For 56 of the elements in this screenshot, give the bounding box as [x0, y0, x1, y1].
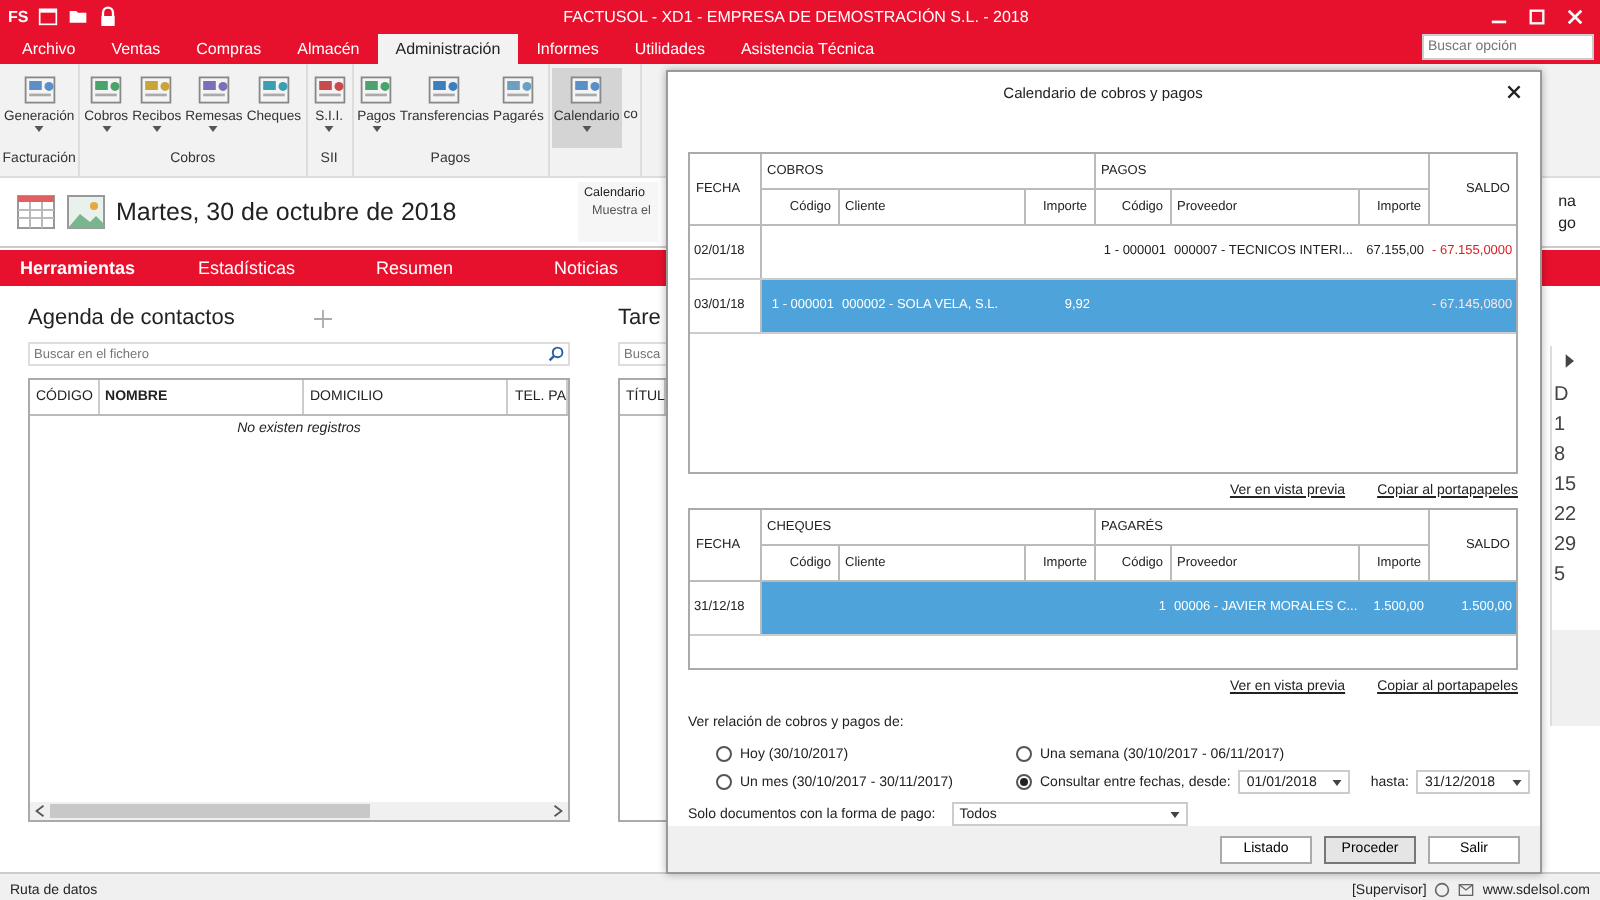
panel-title: Tare — [618, 306, 661, 330]
menu-tab[interactable]: Informes — [518, 34, 617, 64]
caret-icon — [1511, 779, 1522, 786]
close-icon[interactable] — [1506, 84, 1522, 100]
menu-tab[interactable]: Ventas — [93, 34, 179, 64]
lock-icon[interactable] — [98, 6, 119, 26]
radio-button[interactable] — [1016, 746, 1032, 763]
caret-icon — [1169, 811, 1180, 818]
maximize-icon[interactable] — [1528, 7, 1546, 25]
vertical-scrollbar[interactable] — [1552, 630, 1600, 726]
calendar-icon — [16, 192, 56, 232]
calendar-day: 22 — [1552, 504, 1600, 526]
scroll-right-icon[interactable] — [552, 804, 564, 818]
menu-tab[interactable]: Almacén — [279, 34, 378, 64]
document-icon — [138, 72, 175, 108]
nav-tab[interactable]: Herramientas — [20, 258, 198, 278]
document-icon — [195, 72, 232, 108]
menu-tab[interactable]: Administración — [377, 34, 519, 64]
scroll-left-icon[interactable] — [34, 804, 46, 818]
next-arrow-icon[interactable] — [1564, 354, 1574, 368]
panel-title: Agenda de contactos — [28, 306, 235, 330]
calendar-day: D — [1552, 384, 1600, 406]
radio-button[interactable] — [716, 746, 732, 763]
document-icon — [21, 72, 58, 108]
search-icon[interactable] — [548, 346, 564, 362]
document-icon — [500, 72, 537, 108]
document-icon — [358, 72, 395, 108]
app-logo: FS — [8, 7, 29, 25]
radio-button[interactable] — [716, 774, 732, 791]
date-heading: Martes, 30 de octubre de 2018 — [116, 198, 459, 226]
caret-icon — [1332, 779, 1343, 786]
folder-icon[interactable] — [68, 6, 89, 26]
menu-tab[interactable]: Asistencia Técnica — [722, 34, 893, 64]
calendar-day: 8 — [1552, 444, 1600, 466]
menu-tab[interactable]: Archivo — [4, 34, 94, 64]
document-icon — [311, 72, 348, 108]
nav-tab[interactable]: Resumen — [376, 258, 554, 278]
mail-icon[interactable] — [1458, 882, 1475, 898]
window-title: FACTUSOL - XD1 - EMPRESA DE DEMOSTRACIÓN S.L. - 2018 — [563, 7, 1029, 25]
side-text: na — [1558, 192, 1576, 210]
calendar-day: 1 — [1552, 414, 1600, 436]
radio-button[interactable] — [1016, 774, 1032, 791]
image-icon — [66, 192, 106, 232]
nav-tab[interactable]: Estadísticas — [198, 258, 376, 278]
calendar-day: 15 — [1552, 474, 1600, 496]
document-icon — [88, 72, 125, 108]
document-icon — [426, 72, 463, 108]
document-icon — [255, 72, 292, 108]
horizontal-scrollbar[interactable] — [30, 802, 568, 820]
menu-tab[interactable]: Utilidades — [616, 34, 723, 64]
calendar-day: 29 — [1552, 534, 1600, 556]
side-text: go — [1558, 214, 1576, 232]
calendar-icon[interactable] — [38, 6, 59, 26]
document-icon — [568, 72, 605, 108]
calendar-day: 5 — [1552, 564, 1600, 586]
menu-tab[interactable]: Compras — [178, 34, 280, 64]
